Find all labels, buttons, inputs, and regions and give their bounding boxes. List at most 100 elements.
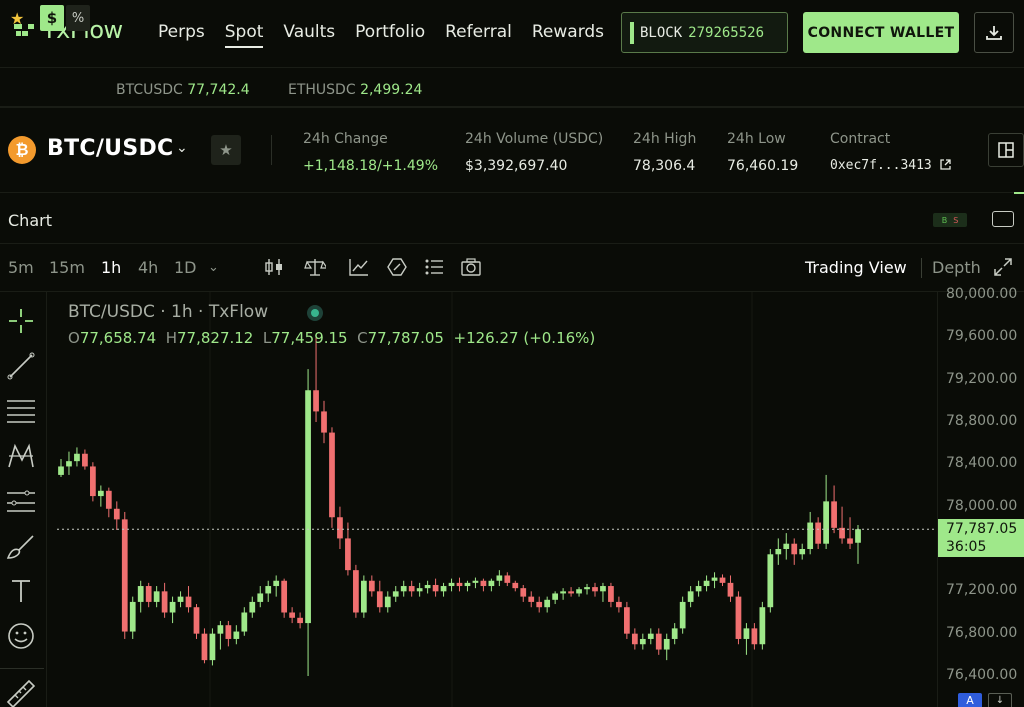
pattern-tool-icon[interactable] [5, 440, 37, 472]
nav-referral[interactable]: Referral [445, 22, 512, 48]
candle-body [512, 582, 519, 589]
panel-toggle-icon[interactable] [992, 211, 1014, 227]
nav-vaults[interactable]: Vaults [283, 22, 335, 48]
ohlc-low-key: L [258, 329, 272, 347]
scroll-to-latest-button[interactable]: ↓ [988, 693, 1012, 707]
candle-body [201, 633, 208, 661]
price-axis-label: 76,800.00 [946, 624, 1018, 641]
emoji-icon[interactable] [5, 620, 37, 652]
ticker-price: 2,499.24 [360, 82, 423, 98]
candle-body [137, 586, 144, 602]
templates-icon[interactable] [386, 256, 408, 278]
candle-body [169, 601, 176, 613]
timeframe-1h[interactable]: 1h [101, 258, 121, 277]
compare-scale-icon[interactable] [304, 256, 326, 278]
price-axis-label: 78,800.00 [946, 413, 1018, 429]
timeframe-4h[interactable]: 4h [138, 258, 158, 277]
nav-spot[interactable]: Spot [224, 22, 264, 48]
candle-body [735, 596, 742, 639]
price-axis-label: 77,200.00 [946, 582, 1018, 599]
chart-legend-title: BTC/USDC · 1h · TxFlow [68, 302, 269, 322]
candle-body [281, 580, 288, 613]
candle-body [520, 588, 527, 597]
candle-body [368, 580, 375, 592]
candle-body [719, 577, 726, 583]
stat-label-24h-change: 24h Change [303, 131, 388, 147]
expand-icon[interactable] [992, 256, 1014, 278]
ticker-price: 77,742.4 [187, 82, 250, 98]
candle-body [480, 580, 487, 587]
ohlc-close-key: C [352, 329, 368, 347]
candle-body [408, 586, 415, 592]
candle-body [560, 591, 566, 594]
currency-toggle-dollar[interactable]: $ [40, 5, 64, 31]
crosshair-icon[interactable] [5, 305, 37, 337]
trend-line-icon[interactable] [5, 350, 37, 382]
candle-body [496, 575, 503, 581]
timeframe-1d[interactable]: 1D [174, 258, 197, 277]
stat-value-24h-volume: $3,392,697.40 [465, 158, 568, 174]
tab-depth[interactable]: Depth [932, 258, 981, 277]
candle-body [400, 586, 407, 592]
candle-body [783, 543, 790, 549]
candle-body [233, 631, 240, 639]
chevron-down-icon[interactable]: ⌄ [176, 140, 188, 156]
ticker-btcusdc[interactable]: BTCUSDC 77,742.4 [116, 82, 250, 98]
ticker-ethusdc[interactable]: ETHUSDC 2,499.24 [288, 82, 422, 98]
stat-label-24h-high: 24h High [633, 131, 697, 147]
ruler-icon[interactable] [5, 678, 37, 707]
favorites-star-icon[interactable]: ★ [10, 9, 24, 28]
text-tool-icon[interactable] [5, 575, 37, 607]
currency-toggle-percent[interactable]: % [66, 5, 90, 31]
candle-body [775, 549, 782, 555]
camera-icon[interactable] [460, 256, 482, 278]
ohlc-open-key: O [68, 329, 80, 347]
price-axis-label: 79,600.00 [946, 328, 1018, 345]
favorite-pair-button[interactable]: ★ [211, 135, 241, 165]
contract-address: 0xec7f...3413 [830, 158, 932, 173]
connect-wallet-button[interactable]: CONNECT WALLET [803, 12, 959, 53]
candle-body [616, 601, 622, 608]
buy-sell-markers-toggle[interactable]: B S [933, 213, 967, 227]
candle-body [121, 519, 128, 632]
candle-body [297, 617, 303, 624]
nav-perps[interactable]: Perps [158, 22, 205, 48]
candle-body [376, 591, 383, 608]
nav-portfolio[interactable]: Portfolio [355, 22, 425, 48]
candle-body [727, 582, 734, 597]
candle-body [392, 591, 399, 597]
block-label: BLOCK [640, 24, 683, 41]
nav-rewards[interactable]: Rewards [532, 22, 604, 48]
price-chart[interactable] [57, 292, 937, 707]
candle-body [249, 601, 256, 613]
ohlc-low: 77,459.15 [271, 329, 348, 347]
contract-address-link[interactable]: 0xec7f...3413 [830, 158, 951, 173]
timeframe-15m[interactable]: 15m [49, 258, 85, 277]
resize-handle[interactable] [1014, 192, 1024, 194]
candle-body [831, 501, 837, 528]
pair-selector[interactable]: BTC/USDC [47, 136, 173, 161]
divider [46, 292, 47, 707]
candle-body [97, 490, 104, 497]
indicators-icon[interactable] [348, 256, 370, 278]
candle-body [855, 529, 861, 543]
brush-icon[interactable] [5, 530, 37, 562]
price-axis-label: 78,400.00 [946, 455, 1018, 472]
timeframe-more-chevron-icon[interactable]: ⌄ [208, 260, 219, 275]
candle-body [209, 633, 216, 661]
layout-toggle-button[interactable] [988, 133, 1024, 167]
projection-tool-icon[interactable] [5, 485, 37, 517]
auto-scale-button[interactable]: A [958, 693, 982, 707]
candle-body [305, 390, 311, 624]
candle-body [655, 633, 662, 650]
timeframe-5m[interactable]: 5m [8, 258, 34, 277]
download-button[interactable] [974, 12, 1014, 53]
object-tree-icon[interactable] [423, 256, 445, 278]
divider [921, 258, 922, 278]
candlestick-type-icon[interactable] [263, 256, 285, 278]
candle-body [703, 580, 710, 587]
candle-body [345, 538, 351, 571]
candle-body [687, 591, 694, 602]
tab-trading-view[interactable]: Trading View [805, 258, 907, 277]
fib-retracement-icon[interactable] [5, 395, 37, 427]
